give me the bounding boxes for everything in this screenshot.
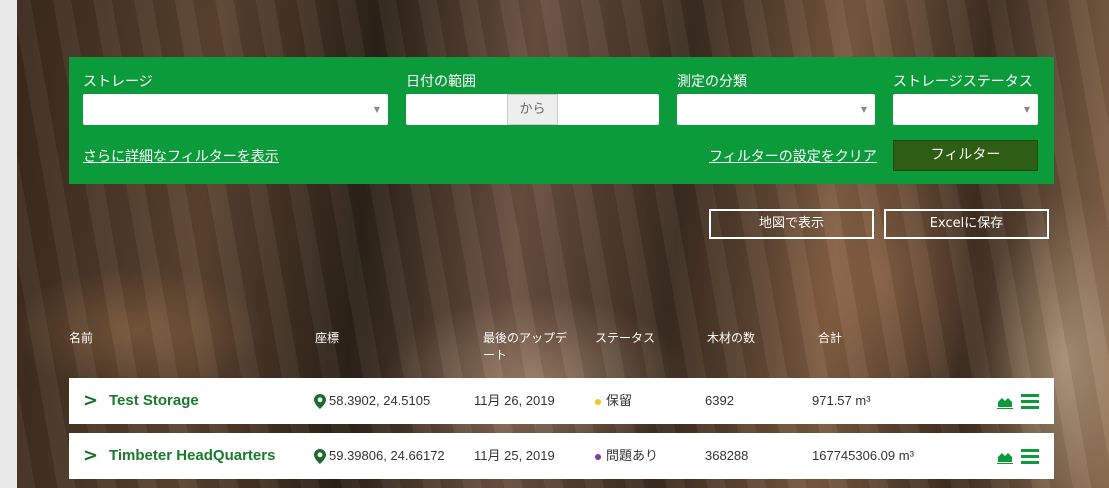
chevron-right-icon[interactable]: > — [83, 378, 98, 424]
column-header-coordinates[interactable]: 座標 — [315, 330, 339, 347]
column-header-name[interactable]: 名前 — [69, 330, 93, 347]
chevron-right-icon[interactable]: > — [83, 433, 98, 479]
status-value: 保留 — [606, 393, 633, 408]
storage-label: ストレージ — [83, 74, 153, 90]
status-dot — [595, 398, 601, 405]
table-row[interactable]: > Timbeter HeadQuarters 59.39806, 24.661… — [69, 433, 1054, 479]
caret-down-icon: ▼ — [373, 105, 380, 114]
clear-filters-link[interactable]: フィルターの設定をクリア — [709, 146, 877, 166]
column-header-status[interactable]: ステータス — [595, 330, 655, 347]
storage-name[interactable]: Timbeter HeadQuarters — [109, 433, 275, 479]
map-pin-icon — [314, 394, 326, 410]
storage-name[interactable]: Test Storage — [109, 378, 199, 424]
caret-down-icon: ▼ — [1023, 105, 1030, 114]
total-cell: 971.57 m³ — [812, 393, 871, 408]
total-cell: 167745306.09 m³ — [812, 448, 914, 463]
coordinates-cell: 59.39806, 24.66172 — [314, 433, 445, 479]
date-from-input[interactable] — [406, 94, 507, 125]
menu-icon[interactable] — [1021, 393, 1039, 409]
menu-icon[interactable] — [1021, 448, 1039, 464]
last-update-cell: 11月 25, 2019 — [474, 448, 555, 463]
measurement-type-label: 測定の分類 — [677, 74, 747, 90]
caret-down-icon: ▼ — [860, 105, 867, 114]
coordinates-value: 58.3902, 24.5105 — [329, 393, 431, 408]
coordinates-cell: 58.3902, 24.5105 — [314, 378, 430, 424]
show-on-map-button[interactable]: 地図で表示 — [709, 209, 874, 239]
measurement-type-select[interactable]: ▼ — [677, 94, 875, 125]
status-value: 問題あり — [606, 448, 659, 463]
table-row[interactable]: > Test Storage 58.3902, 24.5105 11月 26, … — [69, 378, 1054, 424]
status-cell: 保留 — [595, 378, 632, 424]
map-pin-icon — [314, 449, 326, 465]
date-range-label: 日付の範囲 — [406, 74, 476, 90]
storage-select[interactable]: ▼ — [83, 94, 388, 125]
column-header-timber-count[interactable]: 木材の数 — [707, 330, 755, 347]
filter-button[interactable]: フィルター — [893, 140, 1038, 171]
timber-count-cell: 368288 — [705, 448, 749, 463]
date-to-input[interactable] — [558, 94, 659, 125]
more-filters-link[interactable]: さらに詳細なフィルターを表示 — [83, 146, 279, 166]
background-photo: ストレージ ▼ 日付の範囲 から 測定の分類 ▼ ストレージステータス ▼ さら… — [17, 0, 1109, 488]
timber-count-cell: 6392 — [705, 393, 734, 408]
date-separator: から — [507, 94, 558, 125]
chart-icon[interactable] — [997, 448, 1013, 464]
save-excel-button[interactable]: Excelに保存 — [884, 209, 1049, 239]
storage-status-label: ストレージステータス — [893, 74, 1033, 90]
status-dot — [595, 453, 601, 460]
status-cell: 問題あり — [595, 433, 658, 479]
storage-status-select[interactable]: ▼ — [893, 94, 1038, 125]
filter-panel: ストレージ ▼ 日付の範囲 から 測定の分類 ▼ ストレージステータス ▼ さら… — [69, 57, 1054, 184]
coordinates-value: 59.39806, 24.66172 — [329, 448, 445, 463]
last-update-cell: 11月 26, 2019 — [474, 393, 555, 408]
chart-icon[interactable] — [997, 393, 1013, 409]
column-header-total[interactable]: 合計 — [818, 330, 842, 347]
column-header-last-update[interactable]: 最後のアップデート — [483, 330, 575, 364]
